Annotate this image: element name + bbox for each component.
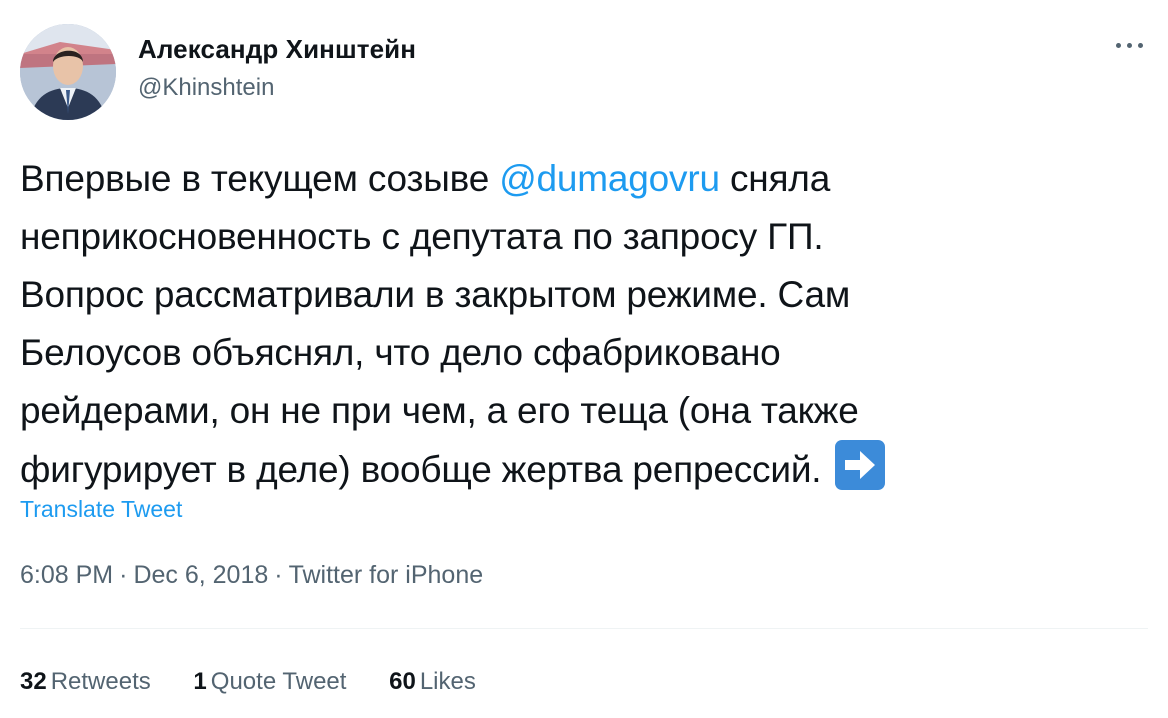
meta-separator: · xyxy=(274,561,283,589)
tweet-text-line: фигурирует в деле) вообще жертва репресс… xyxy=(20,440,1140,499)
author-display-name[interactable]: Александр Хинштейн xyxy=(138,34,416,65)
likes-stat[interactable]: 60 Likes xyxy=(389,668,476,696)
tweet-date[interactable]: Dec 6, 2018 xyxy=(133,561,268,589)
profile-avatar[interactable] xyxy=(20,24,116,120)
retweets-count: 32 xyxy=(20,668,47,695)
more-options-button[interactable] xyxy=(1108,30,1152,60)
tweet-text-line: Впервые в текущем созыве @dumagovru снял… xyxy=(20,150,1140,208)
tweet-text-line: Белоусов объяснял, что дело сфабриковано xyxy=(20,332,781,373)
tweet-text-line: рейдерами, он не при чем, а его теща (он… xyxy=(20,390,859,431)
retweets-stat[interactable]: 32 Retweets xyxy=(20,668,151,696)
stats-divider xyxy=(20,628,1148,629)
meta-separator: · xyxy=(119,561,128,589)
more-dots-icon xyxy=(1138,43,1143,48)
tweet-text: Впервые в текущем созыве @dumagovru снял… xyxy=(20,150,1140,499)
mention-link[interactable]: @dumagovru xyxy=(499,158,720,199)
more-dots-icon xyxy=(1127,43,1132,48)
tweet-source[interactable]: Twitter for iPhone xyxy=(289,561,484,589)
right-arrow-emoji-icon xyxy=(835,440,886,490)
tweet-text-line: неприкосновенность с депутата по запросу… xyxy=(20,216,824,257)
tweet-text-line: Вопрос рассматривали в закрытом режиме. … xyxy=(20,274,851,315)
quote-tweets-count: 1 xyxy=(193,668,207,695)
tweet-time[interactable]: 6:08 PM xyxy=(20,561,113,589)
tweet-text-segment: сняла xyxy=(719,158,831,199)
quote-tweets-stat[interactable]: 1 Quote Tweet xyxy=(193,668,346,696)
tweet-text-segment: фигурирует в деле) вообще жертва репресс… xyxy=(20,449,822,490)
tweet-card: Александр Хинштейн @Khinshtein Впервые в… xyxy=(0,0,1168,718)
avatar-portrait-image xyxy=(20,24,116,120)
likes-label: Likes xyxy=(419,668,476,695)
author-handle[interactable]: @Khinshtein xyxy=(138,74,274,102)
more-dots-icon xyxy=(1116,43,1121,48)
tweet-text-segment: Впервые в текущем созыве xyxy=(20,158,500,199)
quote-tweets-label: Quote Tweet xyxy=(210,668,347,695)
retweets-label: Retweets xyxy=(50,668,151,695)
translate-tweet-link[interactable]: Translate Tweet xyxy=(20,496,182,523)
tweet-metadata: 6:08 PM · Dec 6, 2018 · Twitter for iPhone xyxy=(20,561,483,590)
engagement-stats: 32 Retweets 1 Quote Tweet 60 Likes xyxy=(20,668,512,696)
likes-count: 60 xyxy=(389,668,416,695)
